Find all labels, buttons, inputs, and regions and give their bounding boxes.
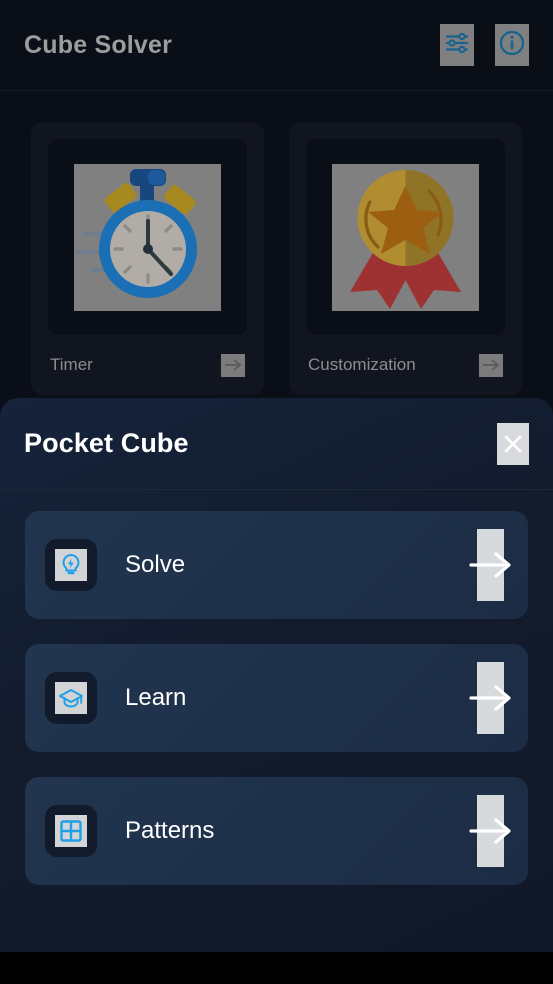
feature-card-customization[interactable]: Customization [289,122,522,395]
list-item-patterns[interactable]: Patterns [25,777,528,885]
page-title: Cube Solver [24,30,173,59]
list-item-arrow-button[interactable] [468,795,511,867]
arrow-right-icon [225,359,242,371]
settings-sliders-icon [444,30,470,61]
app-bar: Cube Solver [0,0,553,91]
card-arrow-button[interactable] [221,353,245,377]
list-item-arrow-button[interactable] [468,529,511,601]
row-icon-container [45,805,97,857]
lightbulb-bolt-icon [55,549,87,581]
stopwatch-illustration [74,163,221,311]
bottom-sheet: Pocket Cube Solve Learn Patterns [0,398,553,952]
card-footer: Customization [306,335,505,395]
card-label: Timer [50,355,93,374]
card-media [48,139,247,335]
info-button[interactable] [495,24,529,66]
list-item-learn[interactable]: Learn [25,644,528,752]
app-bar-actions [440,24,529,66]
feature-card-grid: Timer Customization [0,122,553,395]
graduation-cap-icon [55,682,87,714]
bottom-sheet-list: Solve Learn Patterns [0,490,553,885]
bottom-sheet-header: Pocket Cube [0,398,553,490]
feature-card-timer[interactable]: Timer [31,122,264,395]
row-icon-container [45,672,97,724]
arrow-right-icon [468,552,511,578]
row-icon-container [45,539,97,591]
arrow-right-icon [468,685,511,711]
close-button[interactable] [497,422,529,465]
app-root: Cube Solver Timer Customization Pocket C… [0,0,553,984]
arrow-right-icon [483,359,500,371]
arrow-right-icon [468,818,511,844]
medal-illustration [332,163,479,311]
system-navigation-bar [0,952,553,984]
settings-button[interactable] [440,24,474,66]
info-icon [498,29,526,62]
grid-2x2-icon [55,815,87,847]
card-label: Customization [308,355,416,374]
card-arrow-button[interactable] [479,353,503,377]
list-item-arrow-button[interactable] [468,662,511,734]
list-item-solve[interactable]: Solve [25,511,528,619]
card-media [306,139,505,335]
card-footer: Timer [48,335,247,395]
close-icon [504,435,522,452]
bottom-sheet-title: Pocket Cube [24,428,189,458]
